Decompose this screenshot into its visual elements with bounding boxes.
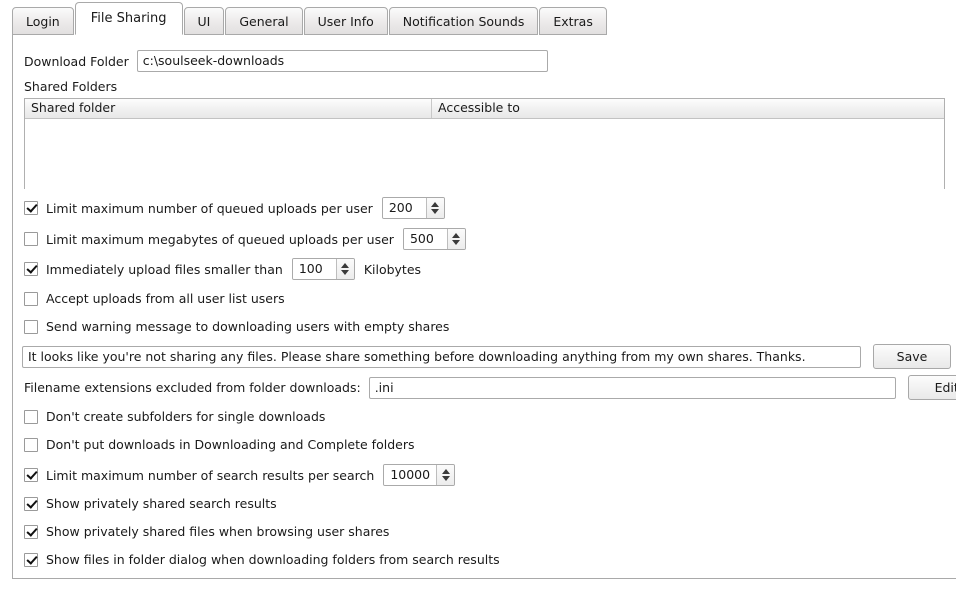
label-no-downloading-complete-folders: Don't put downloads in Downloading and C… <box>46 437 415 452</box>
spinner-immediate-upload[interactable]: 100 <box>291 258 355 280</box>
spinner-up-icon[interactable] <box>341 263 350 268</box>
option-queued-uploads-row: Limit maximum number of queued uploads p… <box>24 197 445 219</box>
excluded-extensions-label: Filename extensions excluded from folder… <box>24 380 361 395</box>
excluded-extensions-row: Filename extensions excluded from folder… <box>22 375 956 400</box>
spinner-up-icon[interactable] <box>452 233 461 238</box>
option-warn-empty-shares-row: Send warning message to downloading user… <box>24 319 449 334</box>
spinner-down-icon[interactable] <box>441 476 450 481</box>
column-header-shared-folder[interactable]: Shared folder <box>25 99 432 118</box>
spinner-up-icon[interactable] <box>441 469 450 474</box>
excluded-extensions-input[interactable]: .ini <box>368 376 896 399</box>
checkbox-limit-queued-megabytes[interactable] <box>24 232 38 246</box>
checkbox-immediate-upload[interactable] <box>24 262 38 276</box>
checkbox-no-subfolders[interactable] <box>24 409 38 424</box>
tab-notification-sounds[interactable]: Notification Sounds <box>388 7 539 35</box>
spinner-queued-uploads-buttons[interactable] <box>425 198 444 218</box>
label-show-folder-dialog: Show files in folder dialog when downloa… <box>46 552 500 567</box>
settings-tab-bar: Login File Sharing UI General User Info … <box>0 0 956 35</box>
spinner-queued-megabytes-value[interactable]: 500 <box>403 229 447 249</box>
download-folder-input[interactable]: c:\soulseek-downloads <box>136 50 548 72</box>
spinner-down-icon[interactable] <box>452 240 461 245</box>
warning-message-input[interactable]: It looks like you're not sharing any fil… <box>22 345 861 368</box>
spinner-search-results-buttons[interactable] <box>436 465 455 485</box>
option-no-subfolders-row: Don't create subfolders for single downl… <box>24 409 325 424</box>
save-button[interactable]: Save <box>873 344 951 369</box>
label-immediate-upload-unit: Kilobytes <box>363 261 422 277</box>
shared-folders-table-header: Shared folder Accessible to <box>25 99 944 119</box>
shared-folders-label: Shared Folders <box>24 79 118 94</box>
spinner-queued-uploads-value[interactable]: 200 <box>382 198 426 218</box>
option-no-downloading-complete-row: Don't put downloads in Downloading and C… <box>24 437 414 452</box>
spinner-queued-megabytes[interactable]: 500 <box>402 228 466 250</box>
file-sharing-panel: Download Folder c:\soulseek-downloads Sh… <box>12 34 956 579</box>
edit-button[interactable]: Edit <box>907 375 956 400</box>
warning-message-row: It looks like you're not sharing any fil… <box>22 344 951 369</box>
spinner-search-results-value[interactable]: 10000 <box>384 465 437 485</box>
option-immediate-upload-row: Immediately upload files smaller than 10… <box>24 258 421 280</box>
option-queued-megabytes-row: Limit maximum megabytes of queued upload… <box>24 228 466 250</box>
spinner-immediate-upload-value[interactable]: 100 <box>292 259 336 279</box>
label-warn-empty-shares: Send warning message to downloading user… <box>46 319 450 334</box>
spinner-immediate-upload-buttons[interactable] <box>335 259 354 279</box>
option-show-private-results-row: Show privately shared search results <box>24 496 277 511</box>
shared-folders-table[interactable]: Shared folder Accessible to <box>24 98 945 189</box>
checkbox-limit-queued-uploads[interactable] <box>24 201 38 215</box>
download-folder-label: Download Folder <box>24 53 129 69</box>
spinner-down-icon[interactable] <box>431 209 440 214</box>
tab-file-sharing[interactable]: File Sharing <box>74 2 183 35</box>
checkbox-show-private-search-results[interactable] <box>24 496 38 511</box>
checkbox-limit-search-results[interactable] <box>24 468 38 482</box>
label-show-private-search-results: Show privately shared search results <box>46 496 277 511</box>
label-limit-queued-megabytes: Limit maximum megabytes of queued upload… <box>46 231 394 247</box>
spinner-queued-megabytes-buttons[interactable] <box>446 229 465 249</box>
label-accept-userlist-uploads: Accept uploads from all user list users <box>46 291 285 306</box>
option-show-private-browsing-row: Show privately shared files when browsin… <box>24 524 389 539</box>
tab-extras[interactable]: Extras <box>539 7 607 35</box>
label-no-subfolders: Don't create subfolders for single downl… <box>46 409 326 424</box>
spinner-down-icon[interactable] <box>341 270 350 275</box>
tab-general[interactable]: General <box>225 7 303 35</box>
label-limit-search-results: Limit maximum number of search results p… <box>46 467 375 483</box>
download-folder-row: Download Folder c:\soulseek-downloads <box>24 50 548 72</box>
shared-folders-label-row: Shared Folders <box>24 79 117 94</box>
checkbox-accept-userlist-uploads[interactable] <box>24 291 38 306</box>
label-immediate-upload: Immediately upload files smaller than <box>46 261 283 277</box>
tab-login[interactable]: Login <box>12 7 74 35</box>
option-search-results-limit-row: Limit maximum number of search results p… <box>24 464 456 486</box>
checkbox-show-folder-dialog[interactable] <box>24 552 38 567</box>
tab-user-info[interactable]: User Info <box>303 7 388 35</box>
option-accept-userlist-row: Accept uploads from all user list users <box>24 291 285 306</box>
spinner-search-results[interactable]: 10000 <box>383 464 456 486</box>
checkbox-show-private-browsing[interactable] <box>24 524 38 539</box>
label-limit-queued-uploads: Limit maximum number of queued uploads p… <box>46 200 373 216</box>
label-show-private-browsing: Show privately shared files when browsin… <box>46 524 390 539</box>
spinner-queued-uploads[interactable]: 200 <box>381 197 445 219</box>
checkbox-warn-empty-shares[interactable] <box>24 319 38 334</box>
column-header-accessible-to[interactable]: Accessible to <box>432 99 944 118</box>
shared-folders-table-body[interactable] <box>25 119 944 189</box>
option-show-folder-dialog-row: Show files in folder dialog when downloa… <box>24 552 500 567</box>
checkbox-no-downloading-complete-folders[interactable] <box>24 437 38 452</box>
spinner-up-icon[interactable] <box>431 202 440 207</box>
tab-ui[interactable]: UI <box>183 7 225 35</box>
